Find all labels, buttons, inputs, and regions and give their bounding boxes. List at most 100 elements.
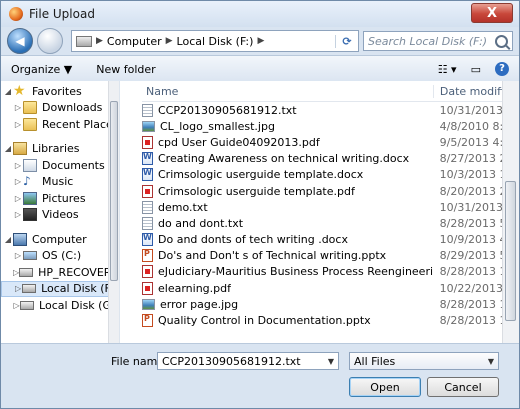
file-row[interactable]: Creating Awareness on technical writing.… — [142, 151, 519, 167]
new-folder-button[interactable]: New folder — [96, 63, 155, 76]
sidebar-item-videos[interactable]: ▷ Videos — [1, 207, 119, 224]
search-input[interactable]: Search Local Disk (F:) — [363, 31, 513, 51]
drive-icon — [22, 284, 37, 294]
file-type-value[interactable]: All Files — [354, 355, 488, 368]
file-name: Crimsologic userguide template.pdf — [158, 184, 355, 198]
collapse-arrow-icon[interactable]: ▷ — [13, 301, 20, 310]
file-name-cell[interactable]: CL_logo_smallest.jpg — [142, 120, 434, 133]
file-row[interactable]: Crimsologic userguide template.docx10/3/… — [142, 167, 519, 183]
chevron-right-icon: ▶ — [96, 36, 103, 46]
file-name-cell[interactable]: cpd User Guide04092013.pdf — [142, 135, 434, 149]
expand-arrow-icon[interactable]: ◢ — [3, 87, 13, 96]
navigation-pane: ◢ ★ Favorites ▷ Downloads ▷ Recent Places ◢ Libr… — [1, 81, 120, 343]
search-icon[interactable] — [495, 34, 508, 48]
sidebar-item-favorites[interactable]: ◢ ★ Favorites — [1, 83, 119, 100]
sidebar-item-music[interactable]: ▷ ♪ Music — [1, 174, 119, 191]
file-row[interactable]: Do's and Don't s of Technical writing.pp… — [142, 248, 519, 264]
sidebar-item-label: OS (C:) — [42, 249, 82, 263]
file-row[interactable]: Crimsologic userguide template.pdf 8/20/2… — [142, 183, 519, 199]
sidebar-item-local-disk-f[interactable]: ▷ Local Disk (F:) — [1, 280, 119, 297]
file-row[interactable]: elearning.pdf 10/22/2013 11 — [142, 280, 519, 296]
help-icon[interactable]: ? — [495, 62, 509, 76]
file-row[interactable]: demo.txt 10/31/2013 12 — [142, 199, 519, 215]
forward-button[interactable] — [37, 28, 63, 54]
sidebar-item-os-c[interactable]: ▷ OS (C:) — [1, 248, 119, 265]
filename-input[interactable]: CCP20130905681912.txt ▼ — [157, 352, 339, 370]
pdf-file-icon — [142, 265, 153, 279]
collapse-arrow-icon[interactable]: ▷ — [13, 161, 23, 170]
file-row[interactable]: cpd User Guide04092013.pdf 9/5/2013 4:18 — [142, 134, 519, 150]
close-button[interactable]: X — [471, 3, 513, 23]
sidebar-item-local-disk-g[interactable]: ▷ Local Disk (G:) — [1, 297, 119, 314]
sidebar-item-label: Downloads — [42, 101, 103, 115]
txt-file-icon — [142, 200, 153, 214]
file-name-cell[interactable]: CCP20130905681912.txt — [142, 103, 434, 117]
breadcrumb-local-disk-f[interactable]: Local Disk (F:) — [173, 35, 258, 48]
file-row[interactable]: error page.jpg 8/28/2013 11 — [142, 296, 519, 312]
file-name-cell[interactable]: Quality Control in Documentation.pptx — [142, 314, 434, 328]
expand-arrow-icon[interactable]: ◢ — [3, 144, 13, 153]
sidebar-item-downloads[interactable]: ▷ Downloads — [1, 100, 119, 117]
file-name: Do and donts of tech writing .docx — [158, 233, 348, 247]
sidebar-item-documents[interactable]: ▷ Documents — [1, 157, 119, 174]
jpg-file-icon — [142, 298, 155, 310]
collapse-arrow-icon[interactable]: ▷ — [13, 177, 23, 186]
sidebar-scrollbar-thumb[interactable] — [110, 101, 118, 281]
file-row[interactable]: do and dont.txt 8/28/2013 5:1 — [142, 215, 519, 231]
cancel-button[interactable]: Cancel — [427, 377, 499, 397]
sidebar-item-pictures[interactable]: ▷ Pictures — [1, 190, 119, 207]
open-button[interactable]: Open — [349, 377, 421, 397]
file-type-select[interactable]: All Files ▼ — [349, 352, 499, 370]
file-name-cell[interactable]: eJudiciary-Mauritius Business Process Re… — [142, 265, 434, 279]
sidebar-item-recent-places[interactable]: ▷ Recent Places — [1, 116, 119, 133]
collapse-arrow-icon[interactable]: ▷ — [13, 251, 23, 260]
chevron-right-icon[interactable]: ▶ — [166, 36, 173, 46]
organize-button[interactable]: Organize ▼ — [11, 63, 72, 76]
chevron-down-icon[interactable]: ▼ — [328, 357, 334, 366]
preview-pane-icon[interactable]: ▭ — [471, 63, 481, 76]
refresh-icon[interactable]: ⟳ — [335, 34, 358, 48]
file-row[interactable]: Quality Control in Documentation.pptx8/2… — [142, 312, 519, 328]
column-name-header[interactable]: Name — [142, 85, 433, 98]
sidebar-scrollbar[interactable] — [108, 81, 119, 343]
file-list-scrollbar[interactable] — [502, 81, 519, 343]
file-row[interactable]: Do and donts of tech writing .docx10/9/2… — [142, 232, 519, 248]
breadcrumb-computer[interactable]: Computer — [103, 35, 166, 48]
file-name-cell[interactable]: do and dont.txt — [142, 216, 434, 230]
file-name-cell[interactable]: Do's and Don't s of Technical writing.pp… — [142, 249, 434, 263]
chevron-right-icon[interactable]: ▶ — [257, 36, 264, 46]
drive-icon — [19, 267, 34, 277]
collapse-arrow-icon[interactable]: ▷ — [13, 210, 23, 219]
file-name-cell[interactable]: elearning.pdf — [142, 281, 434, 295]
txt-file-icon — [142, 216, 153, 230]
file-row[interactable]: eJudiciary-Mauritius Business Process Re… — [142, 264, 519, 280]
file-name-cell[interactable]: Crimsologic userguide template.docx — [142, 168, 434, 182]
docx-file-icon — [142, 152, 153, 166]
window-title: File Upload — [29, 7, 95, 21]
file-name-cell[interactable]: demo.txt — [142, 200, 434, 214]
back-button[interactable]: ◀ — [7, 28, 33, 54]
file-name-cell[interactable]: error page.jpg — [142, 298, 434, 311]
folder-icon — [23, 101, 37, 115]
sidebar-item-computer[interactable]: ◢ Computer — [1, 231, 119, 248]
file-row[interactable]: CCP20130905681912.txt 10/31/2013 2: — [142, 102, 519, 118]
view-options-icon[interactable]: ☷ ▾ — [438, 63, 457, 76]
chevron-down-icon[interactable]: ▼ — [488, 357, 494, 366]
sidebar-item-label: Pictures — [42, 191, 86, 205]
expand-arrow-icon[interactable]: ◢ — [3, 235, 13, 244]
sidebar-item-libraries[interactable]: ◢ Libraries — [1, 141, 119, 158]
file-row[interactable]: CL_logo_smallest.jpg 4/8/2010 8:59 — [142, 118, 519, 134]
collapse-arrow-icon[interactable]: ▷ — [13, 194, 23, 203]
title-bar: File Upload X — [1, 1, 519, 27]
address-bar[interactable]: ▶ Computer ▶ Local Disk (F:) ▶ ⟳ — [71, 30, 359, 52]
collapse-arrow-icon[interactable]: ▷ — [13, 120, 23, 129]
sidebar-item-hp-recovery-d[interactable]: ▷HP_RECOVERY (D — [1, 264, 119, 281]
file-name-cell[interactable]: Do and donts of tech writing .docx — [142, 233, 434, 247]
file-name-cell[interactable]: Crimsologic userguide template.pdf — [142, 184, 434, 198]
filename-value[interactable]: CCP20130905681912.txt — [162, 355, 328, 368]
file-list-scrollbar-thumb[interactable] — [505, 181, 516, 321]
file-name-cell[interactable]: Creating Awareness on technical writing.… — [142, 152, 434, 166]
windows-drive-icon — [23, 251, 37, 261]
collapse-arrow-icon[interactable]: ▷ — [13, 103, 23, 112]
collapse-arrow-icon[interactable]: ▷ — [14, 284, 22, 293]
